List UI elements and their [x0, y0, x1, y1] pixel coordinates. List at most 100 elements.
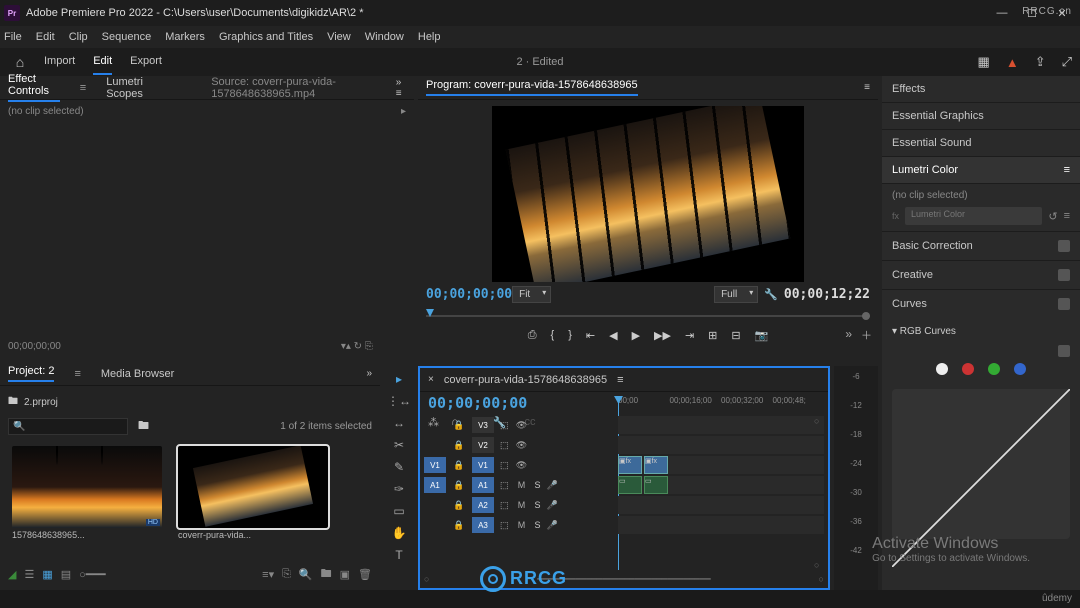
section-curves[interactable]: Curves — [882, 289, 1080, 318]
hand-tool[interactable]: ✋ — [392, 526, 407, 540]
audio-track-a3[interactable]: 🔒A3⬚MS🎤 — [424, 516, 824, 534]
step-fwd-button[interactable]: ▶▶ — [654, 329, 671, 342]
panel-menu-icon[interactable]: ≡ — [617, 374, 623, 386]
export-frame-button[interactable]: 📷 — [755, 329, 769, 342]
section-basic-correction[interactable]: Basic Correction — [882, 231, 1080, 260]
play-button[interactable]: ▶ — [632, 329, 640, 342]
menu-help[interactable]: Help — [418, 31, 441, 43]
video-track-v1[interactable]: V1🔒V1⬚👁 ▣fx▣fx — [424, 456, 824, 474]
transport-more-icon[interactable]: » — [845, 327, 852, 341]
icon-view-icon[interactable]: ▦ — [42, 568, 52, 581]
program-monitor[interactable] — [492, 106, 804, 282]
close-sequence-icon[interactable]: × — [428, 374, 434, 385]
sequence-tab[interactable]: coverr-pura-vida-1578648638965 — [444, 374, 607, 386]
find-icon[interactable]: 🔍 — [299, 568, 313, 581]
checkbox-icon[interactable] — [1058, 240, 1070, 252]
type-tool[interactable]: T — [395, 548, 402, 562]
extract-button[interactable]: ⊟ — [731, 329, 740, 342]
warning-icon[interactable]: ▲ — [1006, 55, 1019, 70]
curve-green-icon[interactable] — [988, 363, 1000, 375]
panel-menu-icon[interactable]: » — [366, 368, 372, 379]
reset-icon[interactable]: ↺ — [1048, 210, 1057, 223]
filter-bin-icon[interactable]: 🖿 — [138, 417, 149, 436]
program-tab[interactable]: Program: coverr-pura-vida-1578648638965 — [426, 79, 638, 96]
expand-icon[interactable]: ▸ — [401, 106, 406, 117]
bin-icon[interactable]: 🖿 — [8, 394, 18, 411]
source-label[interactable]: Source: coverr-pura-vida-1578648638965.m… — [211, 76, 376, 100]
tab-media-browser[interactable]: Media Browser — [101, 368, 174, 380]
mark-in-button[interactable]: ⎙ — [528, 329, 537, 342]
track-select-tool[interactable]: ⋮↔ — [387, 394, 411, 408]
audio-clip[interactable]: ▭ — [644, 476, 668, 494]
slip-tool[interactable]: ✎ — [394, 460, 404, 474]
freeform-view-icon[interactable]: ▤ — [61, 568, 71, 581]
menu-edit[interactable]: Edit — [36, 31, 55, 43]
fullscreen-icon[interactable]: ⤢ — [1062, 54, 1072, 70]
tab-lumetri-color[interactable]: Lumetri Color≡ — [882, 157, 1080, 184]
zoom-fit-select[interactable]: Fit — [512, 286, 551, 303]
playhead-icon[interactable] — [426, 309, 434, 317]
curve-blue-icon[interactable] — [1014, 363, 1026, 375]
resolution-select[interactable]: Full — [714, 286, 758, 303]
tab-effects[interactable]: Effects — [882, 76, 1080, 103]
audio-track-a1[interactable]: A1🔒A1⬚MS🎤 ▭▭ — [424, 476, 824, 494]
quick-export-icon[interactable]: ▦ — [978, 54, 990, 70]
menu-file[interactable]: File — [4, 31, 22, 43]
go-out-button[interactable]: ⇥ — [685, 329, 694, 342]
ripple-tool[interactable]: ↔ — [393, 416, 405, 430]
step-back-button[interactable]: ◀ — [609, 329, 617, 342]
home-button[interactable]: ⌂ — [0, 54, 40, 70]
menu-markers[interactable]: Markers — [165, 31, 205, 43]
tab-effect-controls[interactable]: Effect Controls — [8, 73, 60, 102]
curve-white-icon[interactable] — [936, 363, 948, 375]
sort-icon[interactable]: ≡▾ — [262, 568, 274, 581]
menu-view[interactable]: View — [327, 31, 351, 43]
selection-tool[interactable]: ▸ — [396, 372, 402, 386]
new-item-button[interactable]: ▣ — [340, 568, 350, 581]
rectangle-tool[interactable]: ▭ — [393, 504, 404, 518]
menu-icon[interactable]: ≡ — [1064, 210, 1070, 222]
workspace-edit[interactable]: Edit — [93, 49, 112, 75]
scrub-end-icon[interactable] — [862, 312, 870, 320]
vscroll-up-icon[interactable]: ○ — [814, 416, 822, 426]
program-tc-left[interactable]: 00;00;00;00 — [426, 287, 512, 302]
button-editor-icon[interactable]: ＋ — [861, 327, 872, 343]
vscroll-down-icon[interactable]: ○ — [814, 560, 822, 570]
settings-icon[interactable]: 🔧 — [764, 288, 778, 301]
razor-tool[interactable]: ✂ — [394, 438, 404, 452]
lumetri-preset-field[interactable]: Lumetri Color — [905, 207, 1042, 225]
tab-essential-graphics[interactable]: Essential Graphics — [882, 103, 1080, 130]
menu-window[interactable]: Window — [365, 31, 404, 43]
checkbox-icon[interactable] — [1058, 345, 1070, 357]
audio-clip[interactable]: ▭ — [618, 476, 642, 494]
panel-menu-icon[interactable]: ≡ — [1064, 164, 1070, 176]
checkbox-icon[interactable] — [1058, 269, 1070, 281]
video-clip[interactable]: ▣fx — [644, 456, 668, 474]
program-scrubber[interactable] — [426, 309, 870, 323]
bin-name[interactable]: 2.prproj — [24, 397, 58, 408]
menu-sequence[interactable]: Sequence — [102, 31, 152, 43]
video-track-v3[interactable]: 🔒V3⬚👁 — [424, 416, 824, 434]
time-ruler[interactable]: 00;00 00;00;16;00 00;00;32;00 00;00;48; — [618, 396, 824, 410]
out-button[interactable]: } — [568, 329, 572, 342]
project-item[interactable]: HD 1578648638965... — [12, 446, 162, 542]
rgb-curve-graph[interactable] — [892, 389, 1070, 539]
tab-lumetri-scopes[interactable]: Lumetri Scopes — [106, 76, 161, 100]
tab-essential-sound[interactable]: Essential Sound — [882, 130, 1080, 157]
new-bin-icon[interactable]: 🖿 — [321, 565, 332, 584]
workspace-export[interactable]: Export — [130, 49, 162, 75]
rgb-curves-header[interactable]: ▾ RGB Curves — [882, 318, 1080, 345]
delete-icon[interactable]: 🗑 — [358, 568, 372, 581]
program-menu-icon[interactable]: ≡ — [864, 82, 870, 93]
curve-red-icon[interactable] — [962, 363, 974, 375]
zoom-slider[interactable]: ○━━━ — [79, 568, 106, 581]
workspace-import[interactable]: Import — [44, 49, 75, 75]
list-view-icon[interactable]: ☰ — [24, 568, 34, 581]
menu-graphics[interactable]: Graphics and Titles — [219, 31, 313, 43]
pen-tool[interactable]: ✑ — [394, 482, 404, 496]
go-in-button[interactable]: ⇤ — [586, 329, 595, 342]
in-button[interactable]: { — [551, 329, 555, 342]
lift-button[interactable]: ⊞ — [708, 329, 717, 342]
video-track-v2[interactable]: 🔒V2⬚👁 — [424, 436, 824, 454]
menu-clip[interactable]: Clip — [69, 31, 88, 43]
